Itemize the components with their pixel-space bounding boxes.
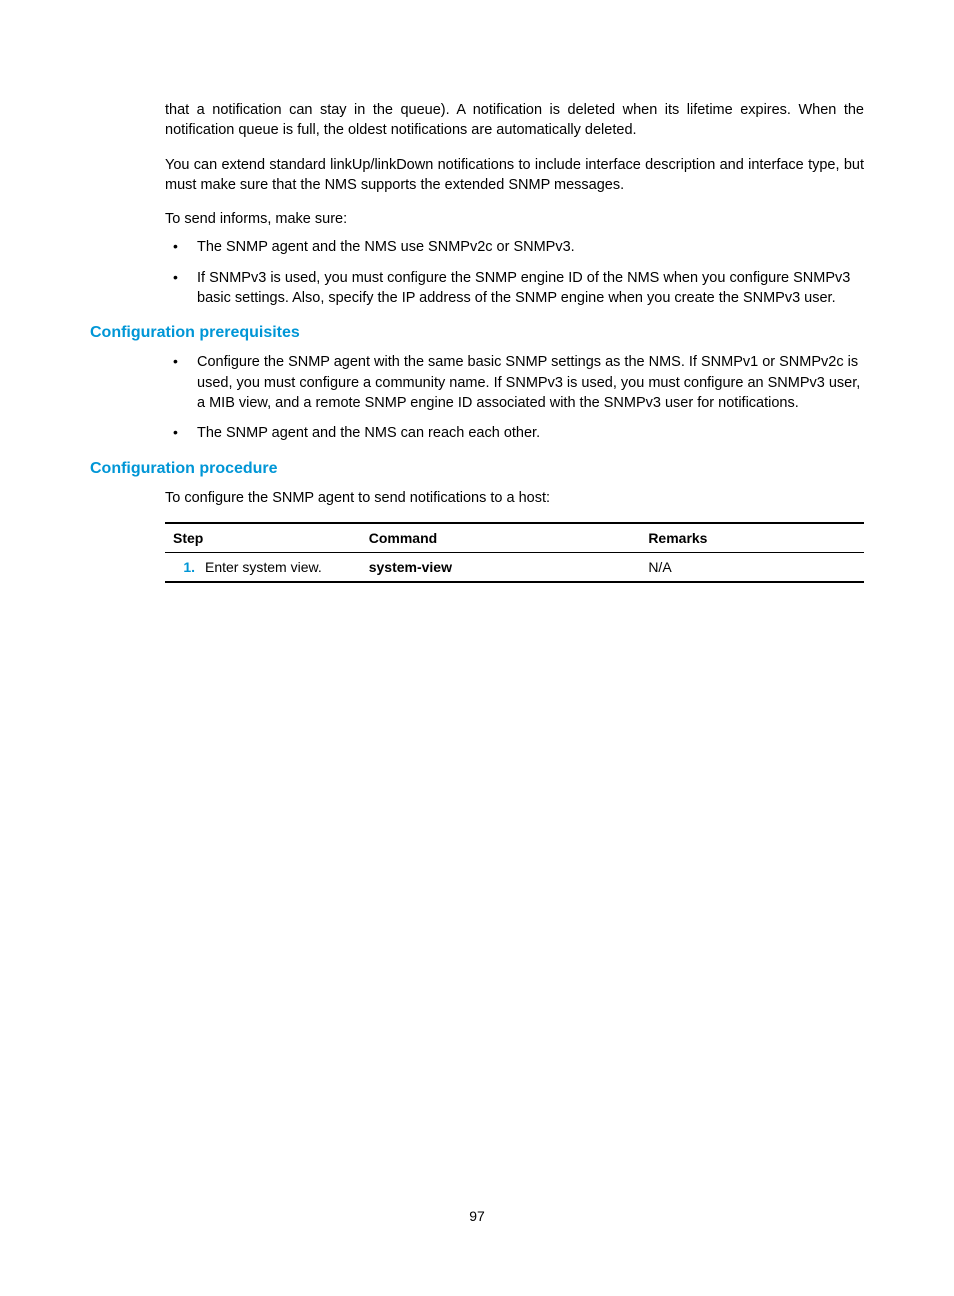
intro-block: that a notification can stay in the queu… [90,100,864,308]
heading-procedure: Configuration procedure [90,460,864,478]
paragraph: To send informs, make sure: [165,209,864,229]
prereq-block: Configure the SNMP agent with the same b… [90,352,864,443]
paragraph: To configure the SNMP agent to send noti… [165,488,864,508]
cell-remarks: N/A [640,552,864,582]
list-item: The SNMP agent and the NMS can reach eac… [165,423,864,443]
page-number: 97 [0,1208,954,1224]
list-item: The SNMP agent and the NMS use SNMPv2c o… [165,237,864,257]
paragraph: You can extend standard linkUp/linkDown … [165,155,864,196]
paragraph: that a notification can stay in the queu… [165,100,864,141]
document-page: that a notification can stay in the queu… [0,0,954,583]
procedure-table-wrap: Step Command Remarks 1. Enter system view… [90,522,864,583]
heading-prerequisites: Configuration prerequisites [90,324,864,342]
list-item: If SNMPv3 is used, you must configure th… [165,268,864,309]
col-remarks: Remarks [640,523,864,553]
step-number: 1. [173,559,195,575]
step-text: Enter system view. [205,559,322,575]
bullet-list: The SNMP agent and the NMS use SNMPv2c o… [165,237,864,308]
procedure-table: Step Command Remarks 1. Enter system view… [165,522,864,583]
command-text: system-view [369,559,452,575]
list-item: Configure the SNMP agent with the same b… [165,352,864,413]
cell-command: system-view [361,552,641,582]
col-step: Step [165,523,361,553]
table-row: 1. Enter system view. system-view N/A [165,552,864,582]
table-header-row: Step Command Remarks [165,523,864,553]
bullet-list: Configure the SNMP agent with the same b… [165,352,864,443]
col-command: Command [361,523,641,553]
procedure-intro: To configure the SNMP agent to send noti… [90,488,864,508]
cell-step: 1. Enter system view. [165,552,361,582]
